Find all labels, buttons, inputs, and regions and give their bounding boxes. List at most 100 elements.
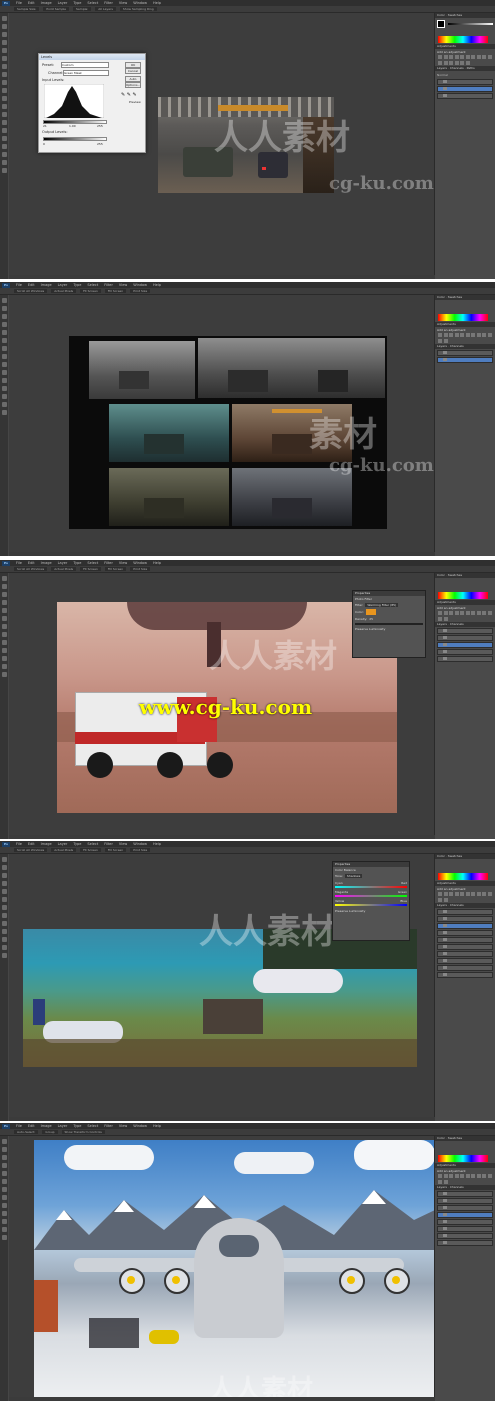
path-select-tool-icon[interactable] bbox=[1, 144, 7, 149]
auto-select-checkbox[interactable]: Auto-Select: bbox=[14, 1130, 39, 1134]
menu-view[interactable]: View bbox=[119, 283, 127, 287]
marquee-tool-icon[interactable] bbox=[1, 584, 7, 589]
layer-row[interactable] bbox=[437, 950, 493, 957]
brush-tool-icon[interactable] bbox=[1, 72, 7, 77]
auto-select-mode[interactable]: Group bbox=[42, 1130, 58, 1134]
menu-edit[interactable]: Edit bbox=[28, 283, 35, 287]
marquee-tool-icon[interactable] bbox=[1, 24, 7, 29]
preserve-luminosity-checkbox[interactable]: Preserve Luminosity bbox=[333, 907, 409, 915]
layer-row-selected[interactable] bbox=[437, 641, 493, 648]
menu-select[interactable]: Select bbox=[87, 283, 98, 287]
preserve-luminosity-checkbox[interactable]: Preserve Luminosity bbox=[353, 626, 425, 632]
adjustment-icons[interactable] bbox=[435, 54, 495, 66]
lasso-tool-icon[interactable] bbox=[1, 314, 7, 319]
color-spectrum[interactable] bbox=[438, 314, 488, 321]
eraser-tool-icon[interactable] bbox=[1, 632, 7, 637]
layers-tab[interactable]: Layers · Channels bbox=[435, 343, 495, 349]
menu-help[interactable]: Help bbox=[153, 842, 161, 846]
blend-mode-select[interactable]: Normal bbox=[435, 72, 495, 78]
menu-image[interactable]: Image bbox=[41, 1124, 52, 1128]
menu-layer[interactable]: Layer bbox=[58, 561, 68, 565]
fit-screen-button[interactable]: Fit Screen bbox=[80, 289, 101, 293]
layer-row[interactable] bbox=[437, 1190, 493, 1197]
menu-view[interactable]: View bbox=[119, 842, 127, 846]
document-canvas[interactable]: 素材 cg-ku.com bbox=[9, 295, 435, 556]
stamp-tool-icon[interactable] bbox=[1, 905, 7, 910]
stamp-tool-icon[interactable] bbox=[1, 362, 7, 367]
menu-type[interactable]: Type bbox=[73, 1, 81, 5]
layer-row-selected[interactable] bbox=[437, 922, 493, 929]
history-brush-tool-icon[interactable] bbox=[1, 88, 7, 93]
color-tab[interactable]: Color · Swatches bbox=[435, 854, 495, 859]
menu-select[interactable]: Select bbox=[87, 1124, 98, 1128]
layer-row[interactable] bbox=[437, 634, 493, 641]
actual-pixels-button[interactable]: Actual Pixels bbox=[51, 289, 77, 293]
eraser-tool-icon[interactable] bbox=[1, 96, 7, 101]
menu-type[interactable]: Type bbox=[73, 842, 81, 846]
color-spectrum[interactable] bbox=[438, 873, 488, 880]
menu-window[interactable]: Window bbox=[133, 283, 147, 287]
eraser-tool-icon[interactable] bbox=[1, 370, 7, 375]
menu-layer[interactable]: Layer bbox=[58, 842, 68, 846]
sample-select[interactable]: All Layers bbox=[95, 7, 116, 11]
layer-row[interactable] bbox=[437, 936, 493, 943]
menu-file[interactable]: File bbox=[16, 1124, 22, 1128]
move-tool-icon[interactable] bbox=[1, 576, 7, 581]
hand-tool-icon[interactable] bbox=[1, 945, 7, 950]
menu-layer[interactable]: Layer bbox=[58, 283, 68, 287]
menu-layer[interactable]: Layer bbox=[58, 1, 68, 5]
crop-tool-icon[interactable] bbox=[1, 881, 7, 886]
menu-filter[interactable]: Filter bbox=[104, 1, 113, 5]
filter-select[interactable]: Warming Filter (85) bbox=[365, 603, 399, 607]
menu-image[interactable]: Image bbox=[41, 842, 52, 846]
stamp-tool-icon[interactable] bbox=[1, 624, 7, 629]
quick-select-tool-icon[interactable] bbox=[1, 40, 7, 45]
layer-row[interactable] bbox=[437, 915, 493, 922]
eyedropper-tool-icon[interactable] bbox=[1, 56, 7, 61]
zoom-tool-icon[interactable] bbox=[1, 1235, 7, 1240]
adjustment-icons[interactable] bbox=[435, 1173, 495, 1185]
move-tool-icon[interactable] bbox=[1, 298, 7, 303]
yellow-blue-slider[interactable] bbox=[335, 904, 407, 906]
fill-screen-button[interactable]: Fill Screen bbox=[104, 848, 127, 852]
crop-tool-icon[interactable] bbox=[1, 48, 7, 53]
scroll-all-checkbox[interactable]: Scroll All Windows bbox=[14, 848, 48, 852]
menu-file[interactable]: File bbox=[16, 1, 22, 5]
blur-tool-icon[interactable] bbox=[1, 112, 7, 117]
menu-filter[interactable]: Filter bbox=[104, 561, 113, 565]
output-low-value[interactable]: 0 bbox=[43, 142, 45, 146]
crop-tool-icon[interactable] bbox=[1, 1163, 7, 1168]
menu-edit[interactable]: Edit bbox=[28, 842, 35, 846]
menu-view[interactable]: View bbox=[119, 1, 127, 5]
menu-type[interactable]: Type bbox=[73, 1124, 81, 1128]
menu-file[interactable]: File bbox=[16, 561, 22, 565]
lasso-tool-icon[interactable] bbox=[1, 592, 7, 597]
layer-row[interactable] bbox=[437, 957, 493, 964]
layers-tab[interactable]: Layers · Channels bbox=[435, 621, 495, 627]
fill-screen-button[interactable]: Fill Screen bbox=[104, 289, 127, 293]
density-value[interactable]: 25 bbox=[369, 617, 373, 621]
color-spectrum[interactable] bbox=[438, 592, 488, 599]
menu-window[interactable]: Window bbox=[133, 1, 147, 5]
fit-screen-button[interactable]: Fit Screen bbox=[80, 567, 101, 571]
pen-tool-icon[interactable] bbox=[1, 386, 7, 391]
eraser-tool-icon[interactable] bbox=[1, 913, 7, 918]
layer-row[interactable] bbox=[437, 929, 493, 936]
quick-select-tool-icon[interactable] bbox=[1, 322, 7, 327]
zoom-tool-icon[interactable] bbox=[1, 672, 7, 677]
menu-image[interactable]: Image bbox=[41, 561, 52, 565]
document-canvas[interactable]: 人人素材 bbox=[9, 1136, 435, 1401]
menu-select[interactable]: Select bbox=[87, 1, 98, 5]
layer-row[interactable] bbox=[437, 943, 493, 950]
menu-view[interactable]: View bbox=[119, 1124, 127, 1128]
adjustments-tab[interactable]: Adjustments bbox=[435, 600, 495, 605]
fit-screen-button[interactable]: Fit Screen bbox=[80, 848, 101, 852]
sampling-ring-checkbox[interactable]: Show Sampling Ring bbox=[119, 7, 157, 11]
options-button[interactable]: Options... bbox=[125, 82, 141, 88]
filter-color-swatch[interactable] bbox=[365, 609, 376, 615]
menu-help[interactable]: Help bbox=[153, 1124, 161, 1128]
color-spectrum[interactable] bbox=[438, 1155, 488, 1162]
actual-pixels-button[interactable]: Actual Pixels bbox=[51, 567, 77, 571]
eyedropper-tool-icon[interactable] bbox=[1, 889, 7, 894]
layer-row[interactable] bbox=[437, 655, 493, 662]
